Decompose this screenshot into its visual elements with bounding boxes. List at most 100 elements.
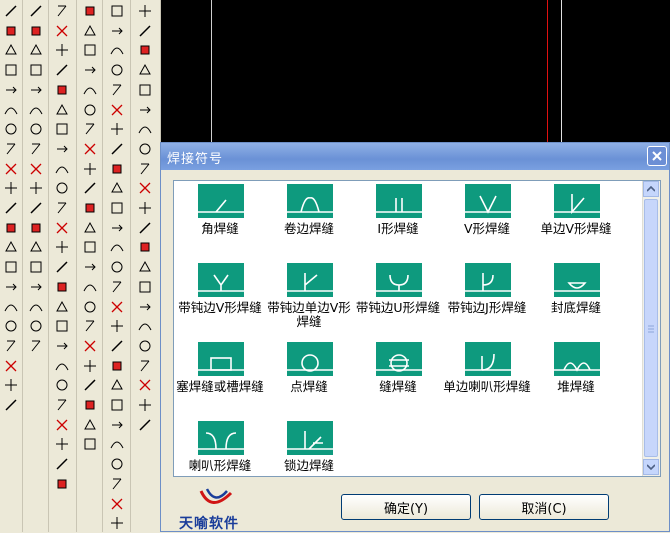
- toolbar-tool-button[interactable]: [1, 316, 21, 336]
- toolbar-tool-button[interactable]: [1, 198, 21, 218]
- toolbar-tool-button[interactable]: [1, 218, 21, 238]
- toolbar-tool-button[interactable]: [52, 434, 72, 454]
- toolbar-tool-button[interactable]: [107, 336, 127, 356]
- toolbar-tool-button[interactable]: [135, 218, 155, 238]
- weld-symbol-item[interactable]: 带钝边V形焊缝: [176, 263, 264, 341]
- toolbar-tool-button[interactable]: [26, 1, 46, 21]
- toolbar-tool-button[interactable]: [107, 375, 127, 395]
- toolbar-tool-button[interactable]: [52, 474, 72, 494]
- weld-symbol-item[interactable]: 封底焊缝: [532, 263, 620, 341]
- toolbar-tool-button[interactable]: [107, 198, 127, 218]
- toolbar-tool-button[interactable]: [1, 297, 21, 317]
- toolbar-tool-button[interactable]: [1, 375, 21, 395]
- scroll-up-button[interactable]: [643, 181, 659, 197]
- toolbar-tool-button[interactable]: [80, 297, 100, 317]
- toolbar-tool-button[interactable]: [52, 415, 72, 435]
- toolbar-tool-button[interactable]: [52, 178, 72, 198]
- toolbar-tool-button[interactable]: [135, 198, 155, 218]
- toolbar-tool-button[interactable]: [52, 277, 72, 297]
- vertical-scrollbar[interactable]: [642, 181, 660, 476]
- ok-button[interactable]: 确定(Y): [341, 494, 471, 520]
- toolbar-tool-button[interactable]: [135, 375, 155, 395]
- toolbar-tool-button[interactable]: [135, 80, 155, 100]
- toolbar-tool-button[interactable]: [52, 237, 72, 257]
- toolbar-tool-button[interactable]: [1, 21, 21, 41]
- toolbar-tool-button[interactable]: [26, 100, 46, 120]
- toolbar-tool-button[interactable]: [135, 139, 155, 159]
- toolbar-tool-button[interactable]: [26, 218, 46, 238]
- toolbar-tool-button[interactable]: [26, 119, 46, 139]
- weld-symbol-item[interactable]: 锁边焊缝: [265, 421, 353, 499]
- toolbar-tool-button[interactable]: [80, 178, 100, 198]
- toolbar-tool-button[interactable]: [1, 395, 21, 415]
- toolbar-tool-button[interactable]: [80, 159, 100, 179]
- toolbar-tool-button[interactable]: [26, 21, 46, 41]
- toolbar-tool-button[interactable]: [26, 178, 46, 198]
- toolbar-tool-button[interactable]: [26, 336, 46, 356]
- toolbar-tool-button[interactable]: [107, 21, 127, 41]
- toolbar-tool-button[interactable]: [135, 119, 155, 139]
- toolbar-tool-button[interactable]: [135, 1, 155, 21]
- toolbar-tool-button[interactable]: [107, 257, 127, 277]
- toolbar-tool-button[interactable]: [52, 356, 72, 376]
- scroll-down-button[interactable]: [643, 459, 659, 475]
- toolbar-tool-button[interactable]: [80, 119, 100, 139]
- toolbar-tool-button[interactable]: [107, 60, 127, 80]
- toolbar-tool-button[interactable]: [107, 513, 127, 533]
- toolbar-tool-button[interactable]: [52, 1, 72, 21]
- weld-symbol-item[interactable]: 角焊缝: [176, 184, 264, 262]
- weld-symbol-item[interactable]: 缝焊缝: [354, 342, 442, 420]
- toolbar-tool-button[interactable]: [1, 1, 21, 21]
- toolbar-tool-button[interactable]: [135, 415, 155, 435]
- weld-symbol-item[interactable]: 卷边焊缝: [265, 184, 353, 262]
- toolbar-tool-button[interactable]: [1, 139, 21, 159]
- weld-symbol-item[interactable]: 塞焊缝或槽焊缝: [176, 342, 264, 420]
- toolbar-tool-button[interactable]: [135, 356, 155, 376]
- toolbar-tool-button[interactable]: [135, 21, 155, 41]
- toolbar-tool-button[interactable]: [26, 40, 46, 60]
- toolbar-tool-button[interactable]: [52, 297, 72, 317]
- toolbar-tool-button[interactable]: [135, 237, 155, 257]
- toolbar-tool-button[interactable]: [1, 100, 21, 120]
- toolbar-tool-button[interactable]: [52, 316, 72, 336]
- toolbar-tool-button[interactable]: [26, 80, 46, 100]
- toolbar-tool-button[interactable]: [1, 178, 21, 198]
- toolbar-tool-button[interactable]: [80, 277, 100, 297]
- toolbar-tool-button[interactable]: [1, 336, 21, 356]
- weld-symbol-item[interactable]: V形焊缝: [443, 184, 531, 262]
- toolbar-tool-button[interactable]: [135, 395, 155, 415]
- cancel-button[interactable]: 取消(C): [479, 494, 609, 520]
- toolbar-tool-button[interactable]: [26, 159, 46, 179]
- toolbar-tool-button[interactable]: [52, 119, 72, 139]
- toolbar-tool-button[interactable]: [26, 139, 46, 159]
- toolbar-tool-button[interactable]: [26, 237, 46, 257]
- toolbar-tool-button[interactable]: [107, 100, 127, 120]
- toolbar-tool-button[interactable]: [107, 119, 127, 139]
- toolbar-tool-button[interactable]: [107, 415, 127, 435]
- toolbar-tool-button[interactable]: [107, 434, 127, 454]
- toolbar-tool-button[interactable]: [26, 297, 46, 317]
- toolbar-tool-button[interactable]: [107, 159, 127, 179]
- toolbar-tool-button[interactable]: [1, 159, 21, 179]
- toolbar-tool-button[interactable]: [135, 277, 155, 297]
- toolbar-tool-button[interactable]: [135, 336, 155, 356]
- toolbar-tool-button[interactable]: [1, 237, 21, 257]
- toolbar-tool-button[interactable]: [52, 454, 72, 474]
- toolbar-tool-button[interactable]: [107, 237, 127, 257]
- weld-symbol-item[interactable]: I形焊缝: [354, 184, 442, 262]
- toolbar-tool-button[interactable]: [80, 415, 100, 435]
- toolbar-tool-button[interactable]: [52, 60, 72, 80]
- toolbar-tool-button[interactable]: [80, 139, 100, 159]
- toolbar-tool-button[interactable]: [26, 198, 46, 218]
- toolbar-tool-button[interactable]: [26, 316, 46, 336]
- toolbar-tool-button[interactable]: [80, 257, 100, 277]
- toolbar-tool-button[interactable]: [80, 80, 100, 100]
- toolbar-tool-button[interactable]: [52, 100, 72, 120]
- toolbar-tool-button[interactable]: [80, 336, 100, 356]
- toolbar-tool-button[interactable]: [135, 178, 155, 198]
- toolbar-tool-button[interactable]: [52, 80, 72, 100]
- toolbar-tool-button[interactable]: [80, 21, 100, 41]
- toolbar-tool-button[interactable]: [52, 375, 72, 395]
- weld-symbol-item[interactable]: 带钝边J形焊缝: [443, 263, 531, 341]
- weld-symbol-item[interactable]: 带钝边U形焊缝: [354, 263, 442, 341]
